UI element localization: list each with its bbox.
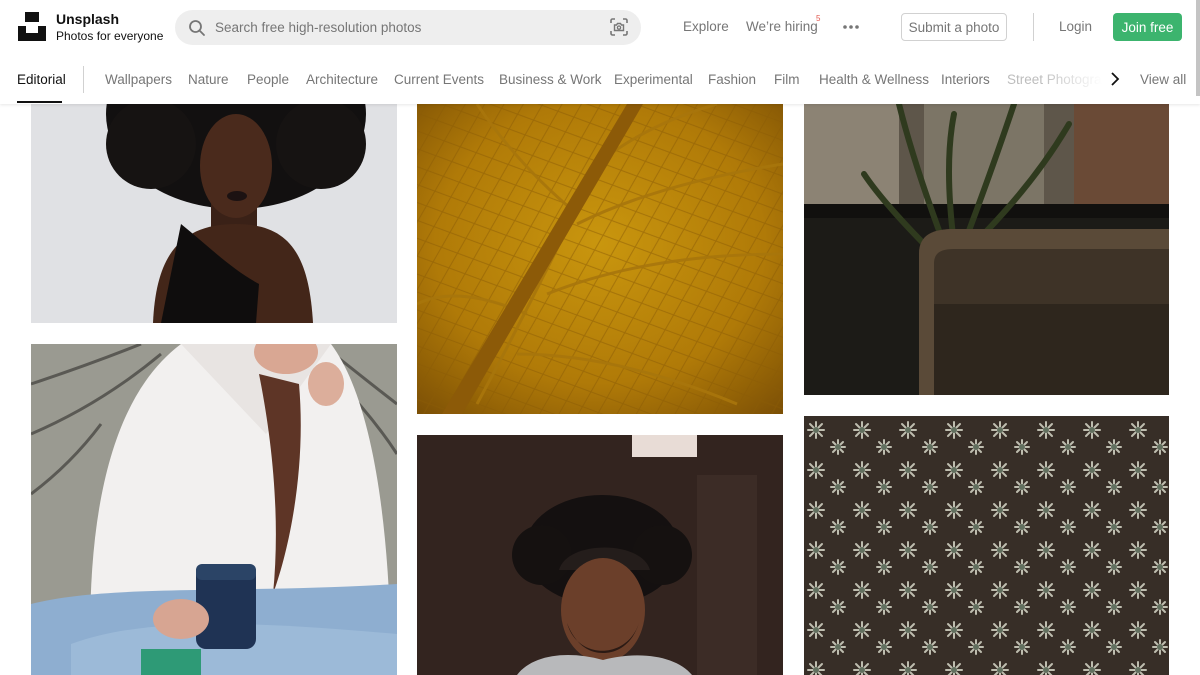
photo-afro-woman-portrait[interactable] xyxy=(31,104,397,323)
chevron-right-icon[interactable] xyxy=(1108,71,1122,87)
submit-photo-button[interactable]: Submit a photo xyxy=(901,13,1007,41)
brand-name: Unsplash xyxy=(56,11,120,27)
nav-hiring-link[interactable]: We’re hiring xyxy=(746,19,818,35)
category-wallpapers[interactable]: Wallpapers xyxy=(105,72,172,88)
photo-woman-in-white-shirt[interactable] xyxy=(31,344,397,675)
nav-explore-link[interactable]: Explore xyxy=(683,19,729,35)
category-architecture[interactable]: Architecture xyxy=(306,72,378,88)
active-tab-underline xyxy=(17,101,62,103)
search-bar xyxy=(175,10,641,45)
top-header: Unsplash Photos for everyone Explore We’… xyxy=(0,0,1200,104)
view-all-link[interactable]: View all xyxy=(1140,72,1186,88)
category-health-wellness[interactable]: Health & Wellness xyxy=(819,72,929,88)
photo-plant-and-couch[interactable] xyxy=(804,104,1169,395)
photo-man-in-cap-portrait[interactable] xyxy=(417,435,783,675)
search-input[interactable] xyxy=(215,20,595,35)
category-current-events[interactable]: Current Events xyxy=(394,72,484,88)
category-business-work[interactable]: Business & Work xyxy=(499,72,602,88)
unsplash-logo-icon[interactable] xyxy=(18,12,46,41)
category-interiors[interactable]: Interiors xyxy=(941,72,990,88)
header-divider xyxy=(1033,13,1034,41)
tab-editorial[interactable]: Editorial xyxy=(17,72,66,88)
login-link[interactable]: Login xyxy=(1059,19,1092,35)
photo-yellow-leaf-macro[interactable] xyxy=(417,104,783,414)
category-fashion[interactable]: Fashion xyxy=(708,72,756,88)
category-people[interactable]: People xyxy=(247,72,289,88)
join-free-button[interactable]: Join free xyxy=(1113,13,1182,41)
category-nature[interactable]: Nature xyxy=(188,72,229,88)
brand[interactable]: Unsplash Photos for everyone xyxy=(56,11,163,44)
brand-tagline: Photos for everyone xyxy=(56,29,164,43)
category-divider xyxy=(83,66,84,93)
category-experimental[interactable]: Experimental xyxy=(614,72,693,88)
visual-search-icon[interactable] xyxy=(610,18,628,36)
photo-aerial-forest[interactable] xyxy=(804,416,1169,675)
more-icon[interactable] xyxy=(842,19,860,35)
category-fade xyxy=(1040,58,1102,102)
search-icon[interactable] xyxy=(188,19,206,37)
scrollbar[interactable] xyxy=(1196,0,1200,96)
category-film[interactable]: Film xyxy=(774,72,800,88)
hiring-badge: 5 xyxy=(816,14,821,23)
